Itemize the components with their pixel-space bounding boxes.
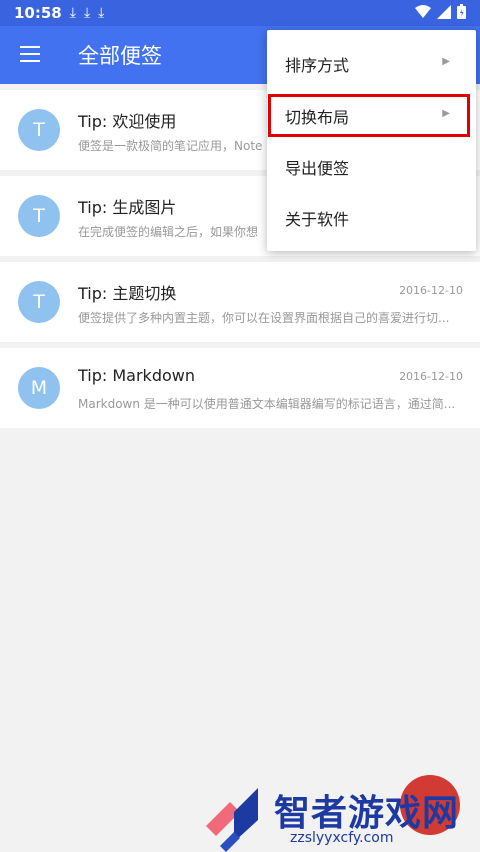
watermark: 智者游戏网 zzslyyxcfy.com: [200, 782, 480, 852]
list-item[interactable]: M Tip: Markdown 2016-12-10 Markdown 是一种可…: [0, 348, 480, 428]
menu-item-sort[interactable]: 排序方式 ▶: [267, 38, 476, 88]
watermark-logo-icon: [206, 788, 258, 852]
menu-item-label: 导出便签: [285, 159, 350, 178]
page-title: 全部便签: [78, 44, 162, 68]
note-title: Tip: Markdown: [78, 366, 195, 385]
download-icon: ⤓: [69, 5, 76, 21]
menu-item-label: 关于软件: [285, 210, 350, 229]
note-date: 2016-12-10: [399, 370, 463, 383]
highlight-box: [268, 94, 470, 137]
note-title: Tip: 生成图片: [78, 198, 177, 217]
chevron-right-icon: ▶: [442, 56, 450, 67]
note-desc: Markdown 是一种可以使用普通文本编辑器编写的标记语言，通过简...: [78, 397, 456, 411]
battery-icon: [457, 4, 466, 19]
watermark-name: 智者游戏网: [274, 793, 460, 834]
status-time: 10:58: [14, 4, 62, 22]
menu-item-label: 排序方式: [285, 56, 350, 75]
avatar: M: [18, 367, 60, 409]
menu-item-about[interactable]: 关于软件: [267, 192, 476, 242]
note-title: Tip: 欢迎使用: [78, 112, 177, 131]
signal-icon: [437, 4, 451, 19]
overflow-menu: 排序方式 ▶ 切换布局 ▶ 导出便签 关于软件: [267, 30, 476, 251]
wifi-icon: [415, 4, 431, 18]
list-item[interactable]: T Tip: 主题切换 2016-12-10 便签提供了多种内置主题，你可以在设…: [0, 262, 480, 342]
avatar: T: [18, 195, 60, 237]
avatar: T: [18, 281, 60, 323]
note-date: 2016-12-10: [399, 284, 463, 297]
download-icon: ⤓: [83, 5, 91, 21]
avatar: T: [18, 109, 60, 151]
menu-item-export[interactable]: 导出便签: [267, 141, 476, 191]
download-icon: ⤓: [98, 5, 105, 21]
status-bar: 10:58 ⤓ ⤓ ⤓: [0, 0, 480, 26]
watermark-url: zzslyyxcfy.com: [290, 830, 394, 846]
menu-icon[interactable]: [20, 46, 40, 62]
note-title: Tip: 主题切换: [78, 284, 177, 303]
note-desc: 便签提供了多种内置主题，你可以在设置界面根据自己的喜爱进行切...: [78, 311, 450, 325]
